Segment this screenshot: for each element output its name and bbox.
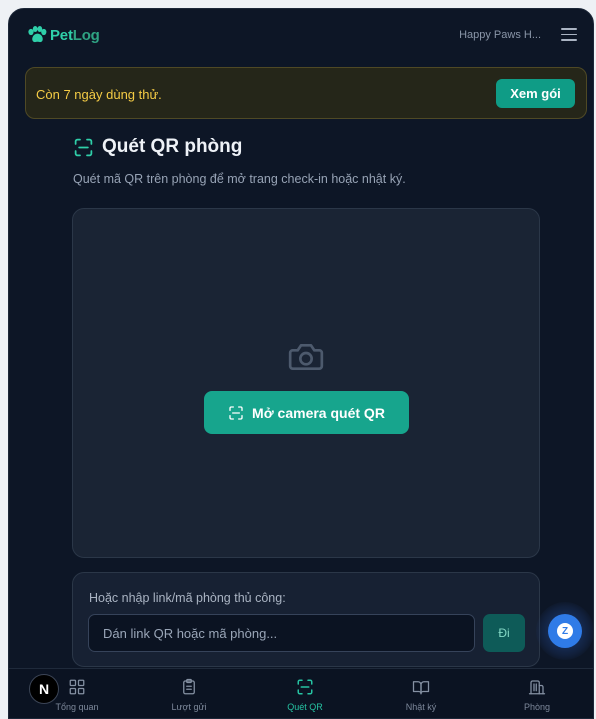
building-icon	[528, 680, 546, 695]
chat-icon: Z	[557, 623, 573, 639]
dev-tools-badge[interactable]: N	[29, 674, 59, 704]
page-subtitle: Quét mã QR trên phòng để mở trang check-…	[73, 172, 406, 186]
nav-label: Nhật ký	[405, 702, 437, 712]
nav-item-visits[interactable]: Lượt gửi	[139, 669, 239, 718]
paw-icon	[28, 26, 47, 43]
open-camera-button[interactable]: Mở camera quét QR	[204, 391, 409, 434]
book-icon	[412, 681, 430, 695]
logo-log: Log	[72, 26, 100, 44]
logo-text: PetLog	[50, 27, 100, 44]
logo-pet: Pet	[50, 26, 73, 44]
manual-entry-panel: Hoặc nhập link/mã phòng thủ công: Đi	[72, 572, 540, 667]
qr-scan-icon	[74, 138, 93, 156]
nav-label: Lượt gửi	[171, 702, 207, 712]
page-title: Quét QR phòng	[102, 136, 243, 157]
nav-item-rooms[interactable]: Phòng	[487, 669, 587, 718]
app-logo[interactable]: PetLog	[27, 26, 100, 44]
clipboard-icon	[183, 678, 195, 695]
bottom-nav: Tổng quan Lượt gửi Quét QR Nhật ký Phòng	[9, 668, 593, 718]
chat-button[interactable]: Z	[548, 614, 582, 648]
open-camera-label: Mở camera quét QR	[252, 404, 385, 421]
qr-scan-icon	[229, 405, 243, 420]
trial-banner: Còn 7 ngày dùng thử. Xem gói	[25, 67, 587, 119]
scanner-area: Mở camera quét QR	[72, 208, 540, 558]
nav-label: Phòng	[523, 702, 551, 712]
page-header: Quét QR phòng	[73, 136, 242, 158]
room-code-input[interactable]	[88, 614, 475, 652]
qr-scan-icon	[297, 679, 313, 695]
nav-item-journal[interactable]: Nhật ký	[371, 669, 471, 718]
view-plans-button[interactable]: Xem gói	[496, 79, 575, 108]
hamburger-icon[interactable]	[561, 28, 577, 42]
top-bar: PetLog Happy Paws H...	[9, 9, 593, 65]
trial-message: Còn 7 ngày dùng thử.	[36, 87, 162, 102]
nav-label: Quét QR	[287, 702, 323, 712]
go-button[interactable]: Đi	[483, 614, 525, 652]
app-frame: PetLog Happy Paws H... Còn 7 ngày dùng t…	[8, 8, 594, 719]
manual-entry-label: Hoặc nhập link/mã phòng thủ công:	[89, 591, 286, 605]
camera-icon	[288, 344, 324, 370]
nav-item-scan-qr[interactable]: Quét QR	[255, 669, 355, 718]
clinic-name[interactable]: Happy Paws H...	[459, 29, 541, 41]
grid-icon	[69, 679, 85, 695]
